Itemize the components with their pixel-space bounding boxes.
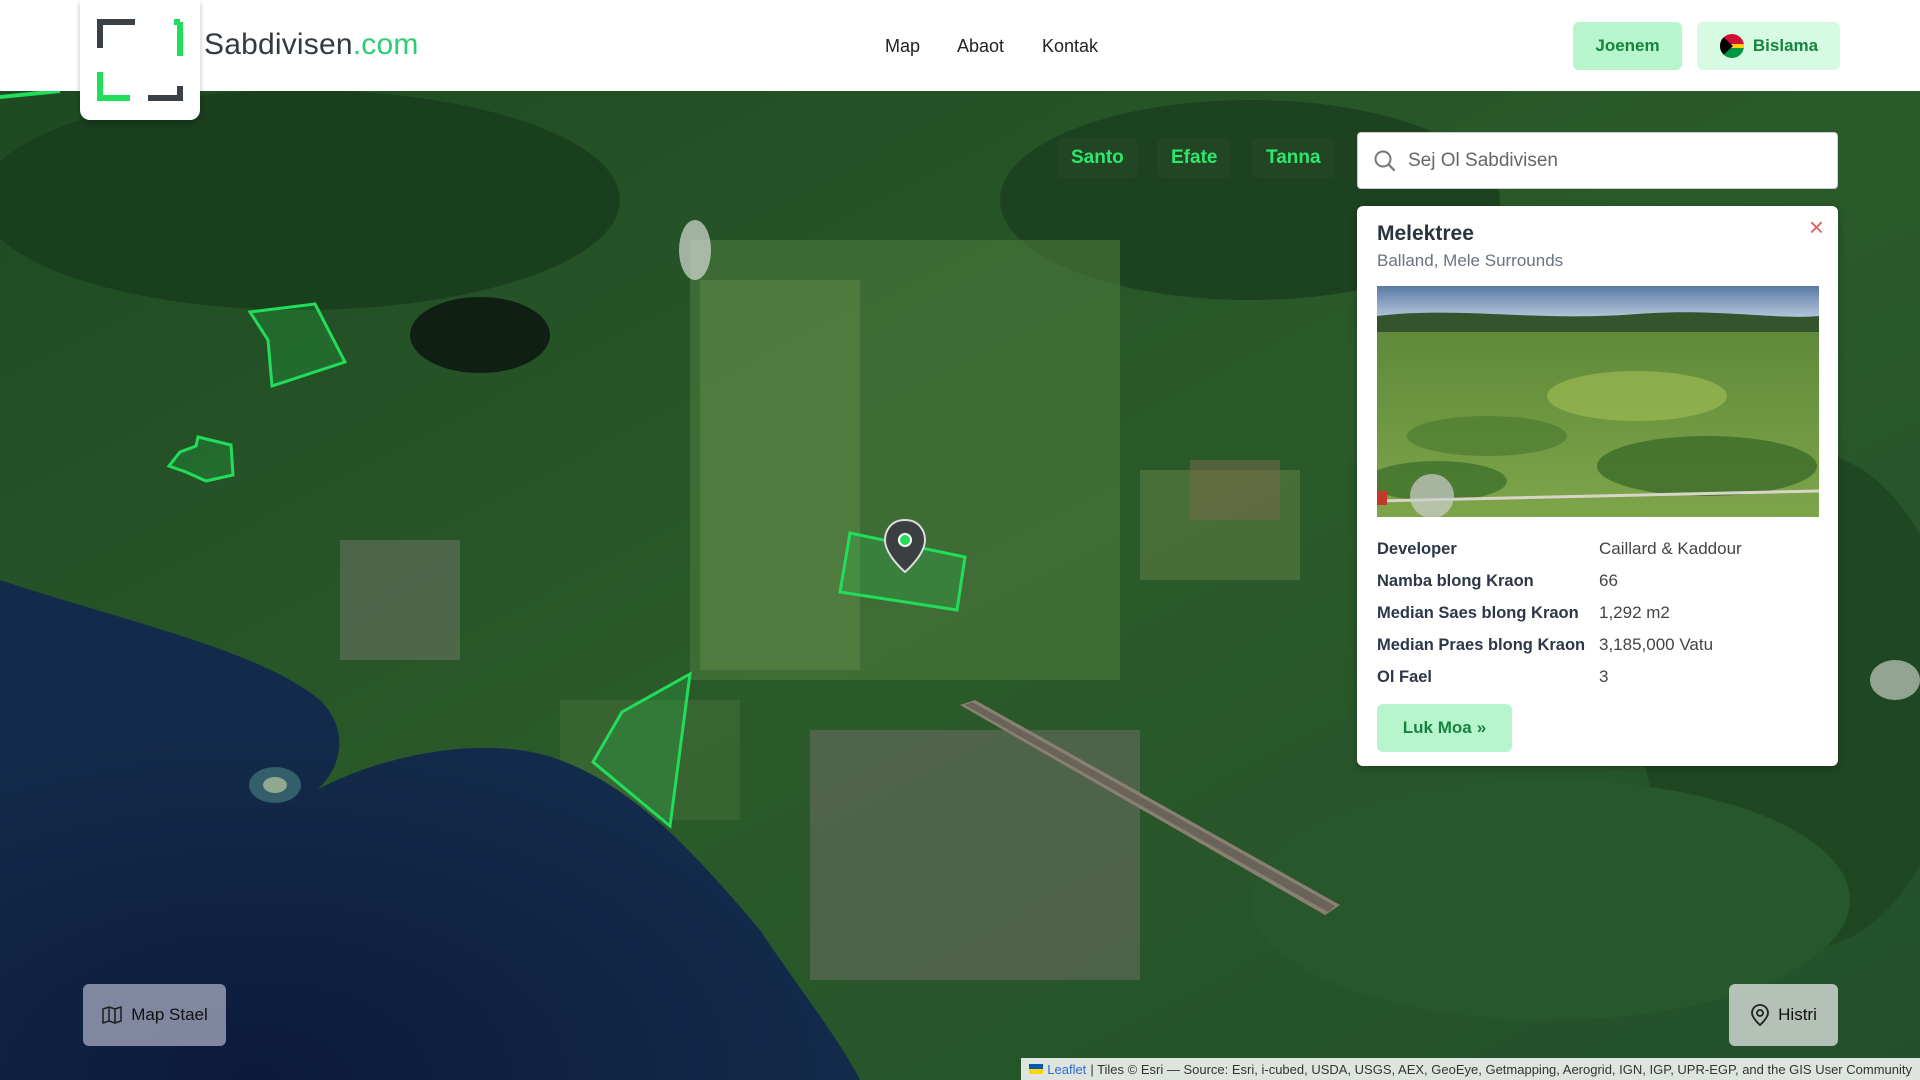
see-more-button[interactable]: Luk Moa »	[1377, 704, 1512, 752]
leaflet-link[interactable]: Leaflet	[1047, 1062, 1086, 1077]
detail-row-median-size: Median Saes blong Kraon 1,292 m2	[1377, 597, 1819, 629]
subdivision-details: Developer Caillard & Kaddour Namba blong…	[1377, 533, 1819, 693]
island-efate-chip[interactable]: Efate	[1157, 138, 1232, 178]
close-icon[interactable]: ×	[1809, 214, 1824, 240]
nav-about[interactable]: Abaot	[957, 36, 1004, 57]
logo[interactable]	[80, 0, 200, 120]
see-more-label: Luk Moa	[1402, 718, 1472, 737]
detail-row-files: Ol Fael 3	[1377, 661, 1819, 693]
detail-key: Median Praes blong Kraon	[1377, 635, 1586, 654]
location-pin-icon	[1751, 1004, 1770, 1026]
nav-map[interactable]: Map	[885, 36, 920, 57]
brand-name[interactable]: Sabdivisen.com	[204, 28, 419, 62]
search-icon	[1374, 150, 1396, 171]
detail-key: Namba blong Kraon	[1377, 571, 1534, 590]
island-tanna-label: Tanna	[1266, 147, 1321, 168]
island-tanna-chip[interactable]: Tanna	[1252, 138, 1335, 178]
detail-key: Median Saes blong Kraon	[1377, 603, 1579, 622]
language-button-label: Bislama	[1752, 36, 1819, 55]
panel-title: Melektree	[1377, 222, 1474, 245]
map-style-label: Map Stael	[131, 1005, 208, 1024]
map-style-button[interactable]: Map Stael	[83, 984, 226, 1046]
detail-row-developer: Developer Caillard & Kaddour	[1377, 533, 1819, 565]
panel-subtitle: Balland, Mele Surrounds	[1377, 251, 1564, 270]
detail-value: 1,292 m2	[1599, 603, 1670, 622]
double-chevron-right-icon: »	[1476, 718, 1487, 737]
join-button[interactable]: Joenem	[1573, 22, 1682, 70]
top-header: Sabdivisen.com Map Abaot Kontak Joenem B…	[0, 0, 1920, 120]
history-label: Histri	[1778, 1005, 1817, 1024]
detail-value: 3	[1599, 667, 1609, 686]
attribution-text: | Tiles © Esri — Source: Esri, i-cubed, …	[1090, 1061, 1912, 1077]
history-button[interactable]: Histri	[1729, 984, 1838, 1046]
language-button[interactable]: Bislama	[1697, 22, 1840, 70]
logo-brackets-icon	[97, 19, 183, 101]
map-attribution: Leaflet | Tiles © Esri — Source: Esri, i…	[1021, 1058, 1920, 1080]
detail-value: 66	[1599, 571, 1618, 590]
vanuatu-flag-icon	[1719, 34, 1744, 58]
detail-row-lot-count: Namba blong Kraon 66	[1377, 565, 1819, 597]
detail-value: 3,185,000 Vatu	[1599, 635, 1714, 654]
join-button-label: Joenem	[1595, 36, 1660, 55]
brand-tld: .com	[352, 28, 419, 61]
search-box[interactable]	[1357, 132, 1838, 189]
island-santo-chip[interactable]: Santo	[1057, 138, 1138, 178]
island-efate-label: Efate	[1171, 147, 1218, 168]
subdivision-info-panel: Melektree Balland, Mele Surrounds × Deve…	[1357, 206, 1838, 766]
nav-contact[interactable]: Kontak	[1042, 36, 1098, 57]
brand-name-text: Sabdivisen	[204, 28, 353, 61]
detail-key: Developer	[1377, 539, 1457, 558]
ukraine-flag-icon	[1029, 1064, 1044, 1074]
detail-row-median-price: Median Praes blong Kraon 3,185,000 Vatu	[1377, 629, 1819, 661]
search-input[interactable]	[1408, 149, 1828, 172]
detail-value: Caillard & Kaddour	[1599, 539, 1742, 558]
detail-key: Ol Fael	[1377, 667, 1433, 686]
island-santo-label: Santo	[1071, 147, 1124, 168]
subdivision-photo	[1377, 286, 1819, 517]
map-icon	[102, 1006, 123, 1024]
